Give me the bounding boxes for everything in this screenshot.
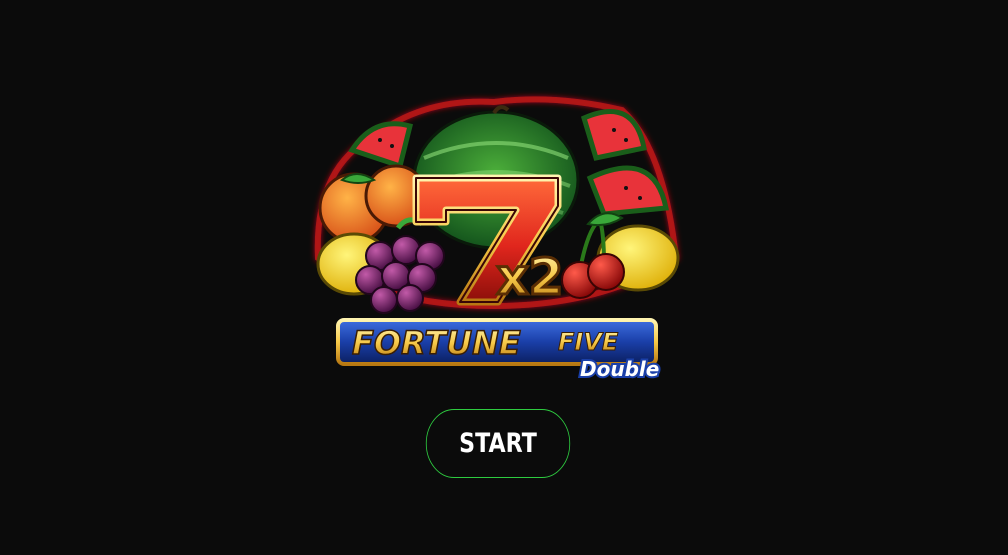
multiplier-badge: x2 — [495, 247, 565, 308]
title-word-five: FIVE — [558, 328, 619, 356]
title-word-fortune: FORTUNE — [352, 324, 521, 362]
title-plate: FORTUNE FIVE Double — [336, 318, 661, 380]
game-logo: x2 FORTUNE FIVE Double — [304, 88, 686, 380]
cherries-icon — [561, 212, 625, 299]
multiplier-text: x2 — [496, 248, 563, 306]
start-button-label: START — [459, 428, 537, 459]
watermelon-slice-left-icon — [348, 121, 414, 170]
start-button[interactable]: START — [425, 409, 571, 478]
title-word-double: Double — [580, 357, 659, 380]
game-screen: x2 FORTUNE FIVE Double START — [0, 0, 1008, 555]
